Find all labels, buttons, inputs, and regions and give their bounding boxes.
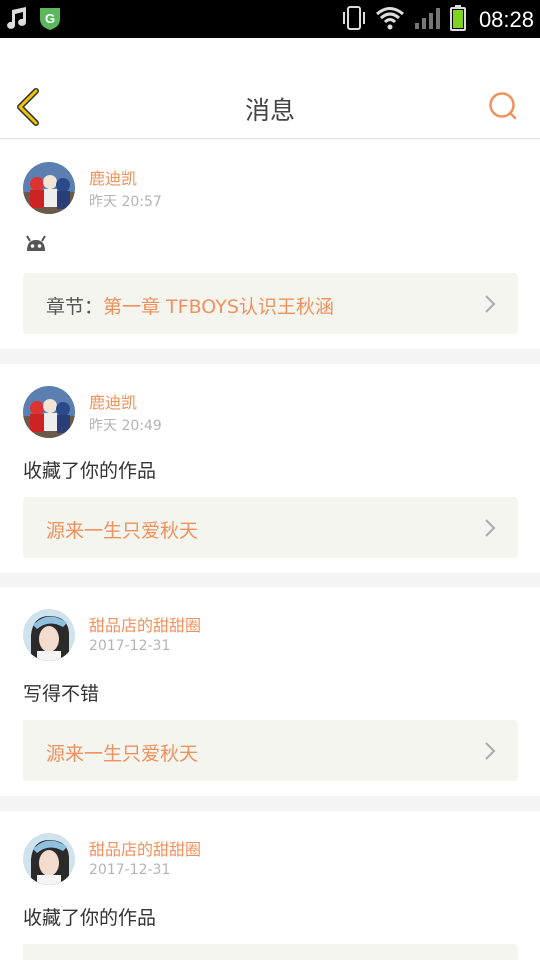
signal-icon — [413, 5, 441, 35]
sender-name[interactable]: 甜品店的甜甜圈 — [89, 612, 201, 636]
work-link[interactable] — [23, 944, 518, 960]
android-robot-icon — [24, 235, 48, 257]
clock: 08:28 — [478, 7, 534, 32]
avatar[interactable] — [23, 162, 75, 214]
work-link[interactable]: 源来一生只爱秋天 — [23, 497, 518, 558]
phone-vibrate-icon — [341, 4, 367, 36]
chevron-right-icon — [485, 295, 496, 313]
link-text: 章节：第一章 TFBOYS认识王秋涵 — [46, 292, 334, 319]
message-time: 2017-12-31 — [89, 862, 171, 878]
message-card: 鹿迪凯 昨天 20:49 收藏了你的作品 源来一生只爱秋天 — [0, 364, 540, 573]
search-button[interactable] — [488, 91, 518, 121]
chapter-link[interactable]: 章节：第一章 TFBOYS认识王秋涵 — [23, 273, 518, 334]
sender-name[interactable]: 甜品店的甜甜圈 — [89, 836, 201, 860]
wifi-icon — [375, 5, 405, 35]
top-bar: 消息 — [0, 38, 540, 139]
chevron-right-icon — [485, 742, 496, 760]
status-bar: G 08:28 — [0, 0, 540, 38]
search-icon — [489, 92, 517, 120]
avatar[interactable] — [23, 833, 75, 885]
message-content: 写得不错 — [23, 683, 100, 705]
message-card: 甜品店的甜甜圈 2017-12-31 写得不错 源来一生只爱秋天 — [0, 587, 540, 796]
work-link[interactable]: 源来一生只爱秋天 — [23, 720, 518, 781]
message-card: 甜品店的甜甜圈 2017-12-31 收藏了你的作品 — [0, 811, 540, 960]
link-title: 第一章 TFBOYS认识王秋涵 — [103, 296, 334, 318]
message-card: 鹿迪凯 昨天 20:57 章节：第一章 TFBOYS认识王秋涵 — [0, 140, 540, 349]
avatar[interactable] — [23, 609, 75, 661]
link-prefix: 章节： — [46, 296, 104, 318]
app-shield-icon: G — [38, 5, 62, 35]
music-icon — [6, 5, 28, 35]
sender-name[interactable]: 鹿迪凯 — [89, 389, 137, 413]
sender-name[interactable]: 鹿迪凯 — [89, 165, 137, 189]
avatar[interactable] — [23, 386, 75, 438]
message-content: 收藏了你的作品 — [23, 907, 157, 929]
svg-text:G: G — [45, 11, 55, 26]
chevron-right-icon — [485, 519, 496, 537]
battery-icon — [449, 4, 467, 36]
page-title: 消息 — [244, 96, 295, 125]
message-time: 2017-12-31 — [89, 638, 171, 654]
link-title: 源来一生只爱秋天 — [46, 520, 199, 542]
message-time: 昨天 20:49 — [89, 418, 162, 434]
message-content: 收藏了你的作品 — [23, 460, 157, 482]
message-time: 昨天 20:57 — [89, 194, 162, 210]
link-title: 源来一生只爱秋天 — [46, 743, 199, 765]
